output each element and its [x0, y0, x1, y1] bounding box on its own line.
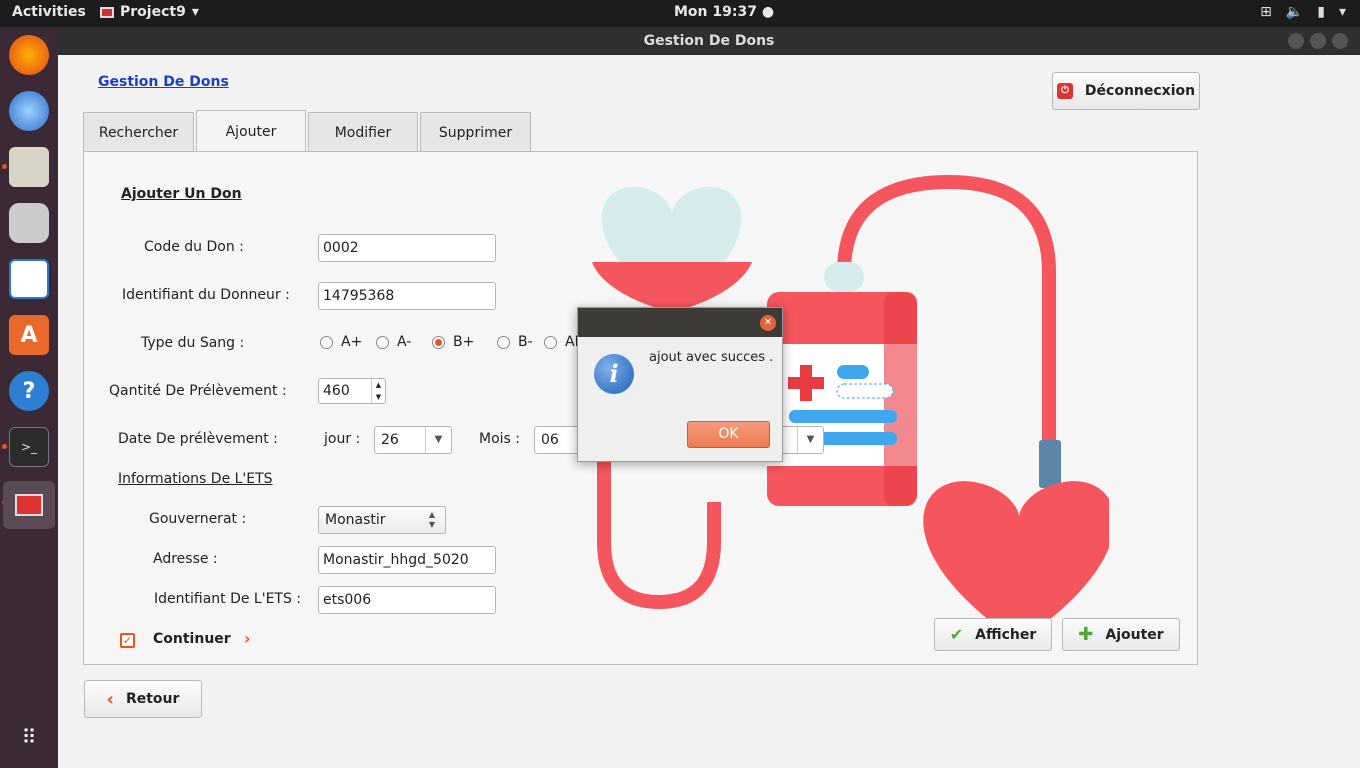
dialog-titlebar: ✕	[578, 308, 782, 337]
show-button[interactable]: ✔ Afficher	[934, 618, 1052, 651]
tab-supprimer[interactable]: Supprimer	[420, 112, 531, 152]
maximize-button[interactable]	[1310, 33, 1326, 49]
section-title: Ajouter Un Don	[121, 186, 242, 202]
address-input[interactable]: Monastir_hhgd_5020	[318, 546, 496, 574]
quantity-label: Qantité De Prélèvement :	[109, 383, 287, 399]
tab-ajouter[interactable]: Ajouter	[196, 110, 306, 152]
files-icon[interactable]	[9, 147, 49, 187]
tab-rechercher[interactable]: Rechercher	[83, 112, 194, 152]
chevron-down-icon: ▼	[425, 427, 451, 453]
donor-input[interactable]: 14795368	[318, 282, 496, 310]
chevron-left-icon: ‹	[106, 688, 114, 710]
running-indicator	[2, 444, 7, 449]
ets-id-label: Identifiant De L'ETS :	[154, 591, 302, 607]
network-icon: ⊞	[1260, 4, 1272, 20]
app-name: Project9	[120, 4, 186, 20]
address-label: Adresse :	[153, 551, 218, 567]
back-button[interactable]: ‹ Retour	[84, 680, 202, 718]
radio-a-minus[interactable]: A-	[376, 334, 411, 350]
code-label: Code du Don :	[144, 239, 244, 255]
blood-type-label: Type du Sang :	[141, 335, 245, 351]
close-button[interactable]	[1332, 33, 1348, 49]
running-indicator	[2, 164, 7, 169]
writer-icon[interactable]	[9, 259, 49, 299]
help-icon[interactable]: ?	[9, 371, 49, 411]
dock: A ? >_ ⠿	[0, 27, 58, 768]
gouvernerat-select[interactable]: Monastir ▲ ▼	[318, 506, 446, 534]
day-label: jour :	[324, 431, 361, 447]
power-icon: ⏻	[1056, 83, 1073, 99]
continue-label: Continuer	[153, 631, 231, 647]
plus-icon: ✚	[1078, 624, 1094, 645]
chevron-down-icon: ▾	[191, 4, 199, 20]
chevron-down-icon: ▾	[1338, 4, 1346, 20]
stepper-arrows[interactable]: ▲ ▼	[371, 379, 385, 403]
info-icon: i	[594, 354, 634, 394]
date-label: Date De prélèvement :	[118, 431, 278, 447]
logout-button[interactable]: ⏻ Déconnecxion	[1052, 72, 1200, 110]
spin-arrows-icon: ▲ ▼	[428, 510, 436, 529]
app-menu[interactable]: Project9 ▾	[100, 4, 199, 20]
home-link[interactable]: Gestion De Dons	[98, 74, 229, 90]
add-button[interactable]: ✚ Ajouter	[1062, 618, 1180, 651]
month-label: Mois :	[479, 431, 520, 447]
activities-button[interactable]: Activities	[12, 4, 86, 20]
software-center-icon[interactable]: A	[9, 315, 49, 355]
window-title: Gestion De Dons	[643, 33, 775, 49]
window-titlebar: Gestion De Dons	[58, 27, 1360, 55]
volume-icon: 🔈	[1285, 4, 1304, 20]
check-icon: ✔	[949, 625, 964, 644]
ets-id-input[interactable]: ets006	[318, 586, 496, 614]
terminal-icon[interactable]: >_	[9, 427, 49, 467]
rhythmbox-icon[interactable]	[9, 203, 49, 243]
code-input[interactable]: 0002	[318, 234, 496, 262]
app-icon	[100, 6, 114, 18]
minimize-button[interactable]	[1288, 33, 1304, 49]
chevron-down-icon: ▼	[797, 427, 823, 453]
dialog-message: ajout avec succes .	[649, 350, 774, 365]
battery-icon: ▮	[1317, 4, 1325, 20]
java-app-icon[interactable]	[3, 481, 55, 529]
radio-a-plus[interactable]: A+	[320, 334, 362, 350]
tab-modifier[interactable]: Modifier	[308, 112, 418, 152]
clock[interactable]: Mon 19:37 ●	[674, 4, 774, 20]
gouvernerat-label: Gouvernerat :	[149, 511, 247, 527]
show-apps-icon[interactable]: ⠿	[9, 717, 49, 757]
firefox-icon[interactable]	[9, 35, 49, 75]
chevron-right-icon[interactable]: ›	[244, 629, 251, 648]
radio-b-plus[interactable]: B+	[432, 334, 474, 350]
continue-checkbox[interactable]: ✓	[120, 633, 135, 648]
radio-b-minus[interactable]: B-	[497, 334, 533, 350]
top-bar: Activities Project9 ▾ Mon 19:37 ● ⊞ 🔈 ▮ …	[0, 0, 1360, 27]
info-dialog: ✕ i ajout avec succes . OK	[577, 307, 783, 462]
quantity-stepper[interactable]: 460 ▲ ▼	[318, 378, 386, 404]
donor-label: Identifiant du Donneur :	[122, 287, 290, 303]
thunderbird-icon[interactable]	[9, 91, 49, 131]
system-tray[interactable]: ⊞ 🔈 ▮ ▾	[1260, 4, 1346, 20]
window-controls	[1288, 33, 1348, 49]
day-select[interactable]: 26 ▼	[374, 426, 452, 454]
tab-bar: Rechercher Ajouter Modifier Supprimer	[83, 110, 533, 152]
ets-section-title: Informations De L'ETS	[118, 471, 273, 487]
ok-button[interactable]: OK	[687, 421, 770, 448]
close-icon[interactable]: ✕	[760, 315, 776, 331]
